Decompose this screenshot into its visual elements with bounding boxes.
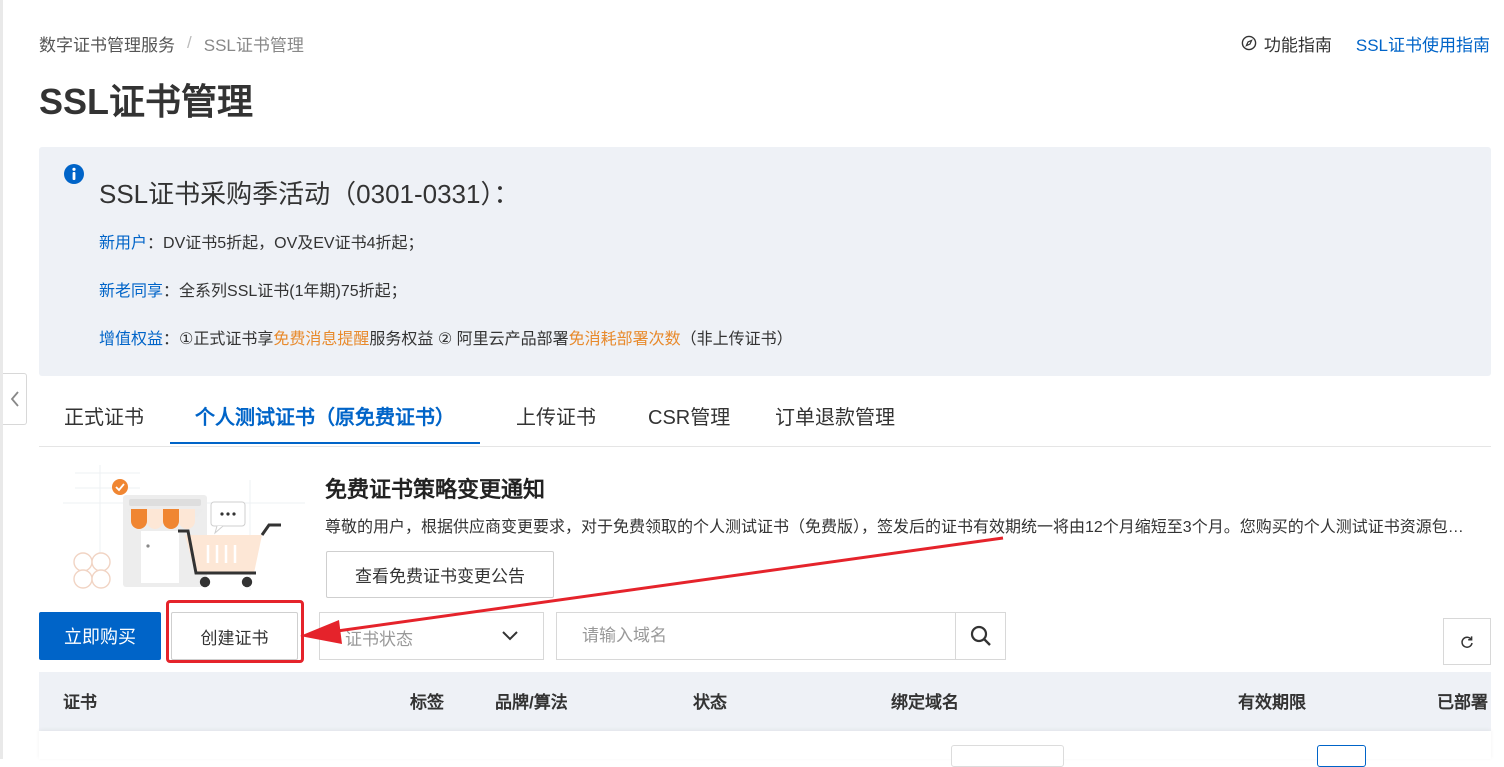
- breadcrumb-item-current: SSL证书管理: [203, 35, 304, 55]
- view-announcement-button[interactable]: 查看免费证书变更公告: [326, 551, 554, 598]
- search-button[interactable]: [955, 613, 1005, 659]
- column-header-deployed[interactable]: 已部署: [1437, 692, 1488, 714]
- notice-key-all-user: 新老同享: [99, 283, 164, 300]
- notice-text-value-add-2: 服务权益 ② 阿里云产品部署: [369, 331, 569, 348]
- tab-bar: 正式证书 个人测试证书（原免费证书） 上传证书 CSR管理 订单退款管理: [39, 395, 1491, 447]
- page-title: SSL证书管理: [39, 81, 254, 122]
- ssl-guide-link[interactable]: SSL证书使用指南: [1356, 31, 1490, 56]
- notice-key-new-user: 新用户: [99, 235, 148, 252]
- feature-guide-label: 功能指南: [1263, 35, 1332, 55]
- sidebar-collapse-handle[interactable]: [3, 373, 27, 425]
- row-action-button[interactable]: [1317, 745, 1366, 767]
- notice-line-new-user: 新用户：DV证书5折起，OV及EV证书4折起；: [99, 232, 424, 256]
- notice-text-all-user: ：全系列SSL证书(1年期)75折起；: [163, 283, 407, 300]
- column-header-certificate[interactable]: 证书: [63, 692, 97, 714]
- promo-title: 免费证书策略变更通知: [325, 477, 546, 502]
- notice-text-value-add-1: ：①正式证书享: [163, 331, 274, 348]
- breadcrumb: 数字证书管理服务 / SSL证书管理: [39, 31, 304, 55]
- certificate-status-select[interactable]: 证书状态: [319, 612, 544, 660]
- promo-description: 尊敬的用户，根据供应商变更要求，对于免费领取的个人测试证书（免费版），签发后的证…: [325, 519, 1470, 536]
- notice-text-new-user: ：DV证书5折起，OV及EV证书4折起；: [147, 235, 424, 252]
- refresh-icon: [1461, 635, 1473, 648]
- shopping-illustration: [63, 465, 305, 590]
- domain-search-box: [556, 612, 1006, 660]
- breadcrumb-item-service[interactable]: 数字证书管理服务: [39, 31, 175, 56]
- notice-highlight-free-reminder[interactable]: 免费消息提醒: [273, 331, 369, 348]
- column-header-tags[interactable]: 标签: [410, 692, 444, 714]
- chevron-left-icon: [10, 391, 19, 407]
- info-icon: [64, 164, 84, 184]
- column-header-brand-algorithm[interactable]: 品牌/算法: [495, 692, 568, 714]
- certificate-status-placeholder: 证书状态: [345, 630, 413, 649]
- domain-search-input[interactable]: [558, 614, 953, 658]
- tab-personal-test-certificates[interactable]: 个人测试证书（原免费证书）: [170, 395, 480, 444]
- notice-key-value-add: 增值权益: [99, 331, 164, 348]
- notice-text-value-add-3: （非上传证书）: [680, 331, 793, 348]
- search-icon: [970, 625, 991, 646]
- tab-order-refunds[interactable]: 订单退款管理: [750, 395, 920, 444]
- compass-icon: [1241, 35, 1257, 51]
- tab-formal-certificates[interactable]: 正式证书: [39, 395, 169, 444]
- promotion-notice: SSL证书采购季活动（0301-0331）： 新用户：DV证书5折起，OV及EV…: [39, 147, 1491, 376]
- buy-now-button[interactable]: 立即购买: [39, 612, 161, 660]
- table-header: 证书 标签 品牌/算法 状态 绑定域名 有效期限 已部署: [39, 672, 1491, 731]
- feature-guide-button[interactable]: 功能指南: [1241, 31, 1332, 56]
- breadcrumb-separator: /: [187, 33, 192, 52]
- chevron-down-icon: [502, 631, 518, 641]
- tab-uploaded-certificates[interactable]: 上传证书: [491, 395, 621, 444]
- notice-title: SSL证书采购季活动（0301-0331）：: [99, 179, 520, 209]
- refresh-button[interactable]: [1443, 618, 1491, 665]
- column-header-validity[interactable]: 有效期限: [1238, 692, 1306, 714]
- table-row: [39, 731, 1491, 759]
- column-header-bound-domain[interactable]: 绑定域名: [891, 692, 959, 714]
- notice-highlight-free-deploy[interactable]: 免消耗部署次数: [569, 331, 681, 348]
- notice-line-all-user: 新老同享：全系列SSL证书(1年期)75折起；: [99, 280, 407, 304]
- notice-line-value-add: 增值权益：①正式证书享免费消息提醒服务权益 ② 阿里云产品部署免消耗部署次数（非…: [99, 328, 793, 352]
- create-certificate-button[interactable]: 创建证书: [171, 612, 298, 660]
- header-links: 功能指南 SSL证书使用指南: [1241, 31, 1490, 55]
- tab-csr-management[interactable]: CSR管理: [623, 395, 755, 444]
- row-control[interactable]: [951, 745, 1064, 767]
- column-header-status[interactable]: 状态: [693, 692, 727, 714]
